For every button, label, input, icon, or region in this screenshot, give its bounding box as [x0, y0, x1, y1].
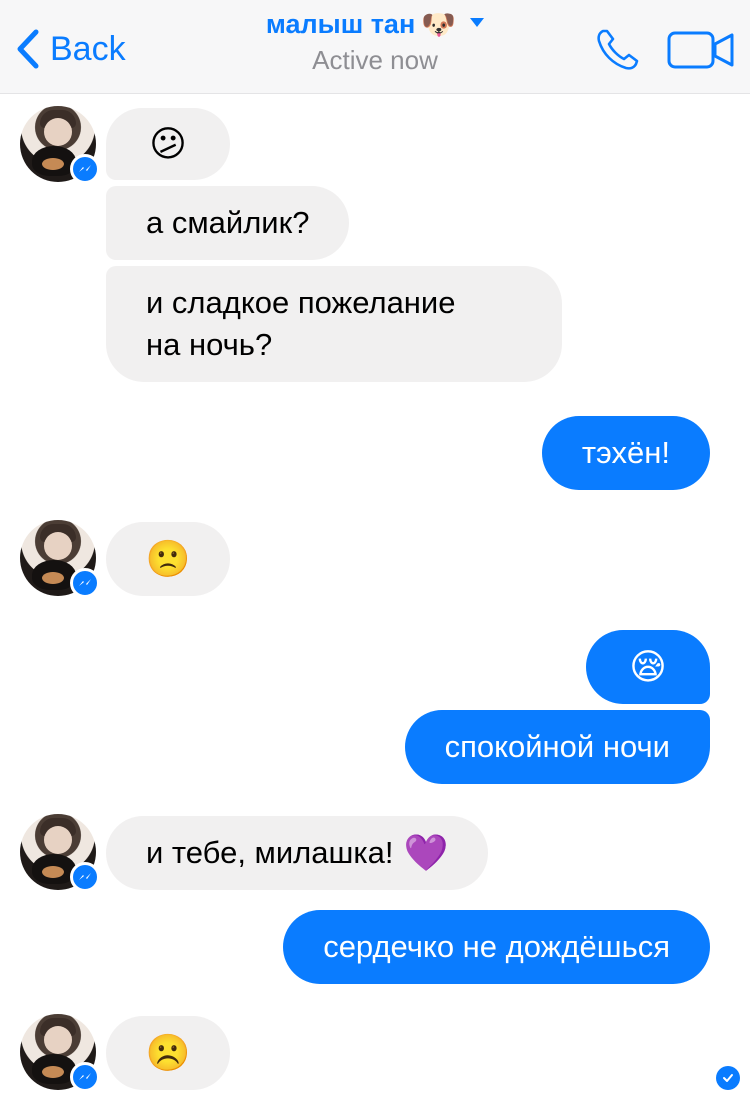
- messenger-icon: [70, 154, 100, 184]
- conversation-header: Back малыш тан 🐶 Active now: [0, 0, 750, 94]
- message-text: а смайлик?: [146, 205, 310, 240]
- back-button[interactable]: Back: [14, 26, 126, 72]
- message-text: сердечко не дождёшься: [323, 929, 670, 964]
- frowning-face-emoji: 🙁: [145, 538, 191, 579]
- contact-avatar[interactable]: [20, 520, 100, 598]
- message-bubble-incoming[interactable]: 🙁: [106, 522, 230, 596]
- message-text: спокойной ночи: [444, 729, 670, 764]
- contact-avatar[interactable]: [20, 1014, 100, 1092]
- purple-heart-emoji: 💜: [403, 832, 449, 873]
- caret-down-icon: [470, 18, 485, 27]
- back-label: Back: [50, 29, 126, 68]
- message-bubble-incoming[interactable]: и сладкое пожелание на ночь?: [106, 266, 562, 382]
- frowning-face-emoji: ☹️: [145, 1032, 191, 1073]
- dog-emoji: 🐶: [421, 9, 457, 40]
- message-bubble-incoming[interactable]: 😕: [106, 108, 230, 180]
- check-circle-icon: [716, 1066, 740, 1090]
- message-bubble-outgoing[interactable]: 😪: [586, 630, 710, 704]
- message-bubble-incoming[interactable]: и тебе, милашка! 💜: [106, 816, 489, 890]
- video-camera-icon[interactable]: [666, 29, 736, 71]
- sleepy-face-emoji: 😪: [629, 646, 667, 687]
- messenger-icon: [70, 1062, 100, 1092]
- contact-avatar[interactable]: [20, 814, 100, 892]
- messenger-icon: [70, 568, 100, 598]
- message-bubble-incoming[interactable]: ☹️: [106, 1016, 230, 1090]
- contact-name: малыш тан: [265, 9, 416, 39]
- message-text: и тебе, милашка!: [146, 835, 394, 870]
- contact-name-button[interactable]: малыш тан 🐶: [265, 8, 485, 41]
- confused-face-emoji: 😕: [149, 123, 187, 164]
- message-bubble-incoming[interactable]: а смайлик?: [106, 186, 350, 260]
- chevron-left-icon: [17, 29, 39, 69]
- message-bubble-outgoing[interactable]: сердечко не дождёшься: [283, 910, 710, 984]
- message-bubble-outgoing[interactable]: спокойной ночи: [404, 710, 710, 784]
- phone-icon[interactable]: [594, 27, 642, 73]
- message-bubble-outgoing[interactable]: тэхён!: [541, 416, 710, 490]
- messenger-icon: [70, 862, 100, 892]
- contact-avatar[interactable]: [20, 106, 100, 184]
- message-text-line: на ночь?: [146, 327, 273, 362]
- message-text-line: и сладкое пожелание: [146, 285, 456, 320]
- message-text: тэхён!: [581, 435, 670, 470]
